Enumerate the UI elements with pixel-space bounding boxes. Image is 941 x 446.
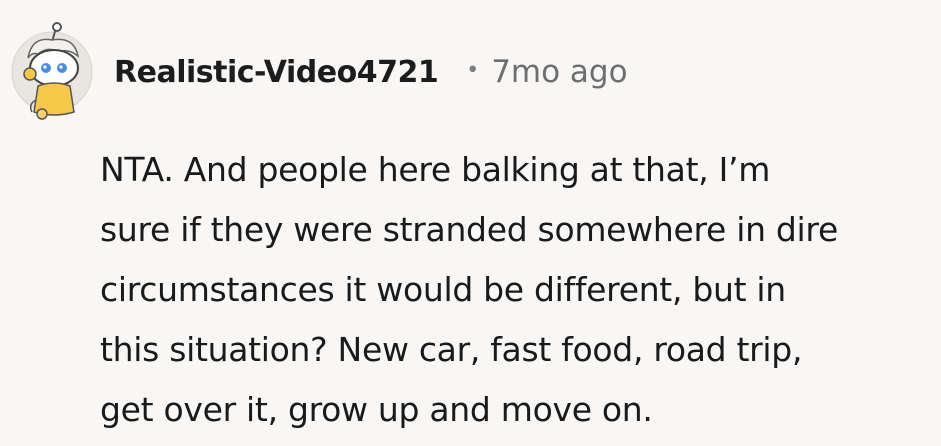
meta-separator: •: [466, 57, 480, 83]
comment-body-line: get over it, grow up and move on.: [100, 390, 653, 429]
comment-body-line: NTA. And people here balking at that, I’…: [100, 150, 771, 189]
comment-header: Realistic-Video4721 • 7mo ago: [8, 22, 628, 122]
comment-body-line: circumstances it would be different, but…: [100, 270, 786, 309]
snoo-avatar-icon: [11, 22, 93, 120]
comment-card: Realistic-Video4721 • 7mo ago NTA. And p…: [0, 0, 941, 446]
user-avatar[interactable]: [8, 22, 98, 122]
comment-body-line: this situation? New car, fast food, road…: [100, 330, 803, 369]
comment-body: NTA. And people here balking at that, I’…: [100, 140, 935, 440]
comment-body-line: sure if they were stranded somewhere in …: [100, 210, 838, 249]
comment-timestamp: 7mo ago: [491, 54, 628, 90]
author-username[interactable]: Realistic-Video4721: [114, 55, 439, 90]
